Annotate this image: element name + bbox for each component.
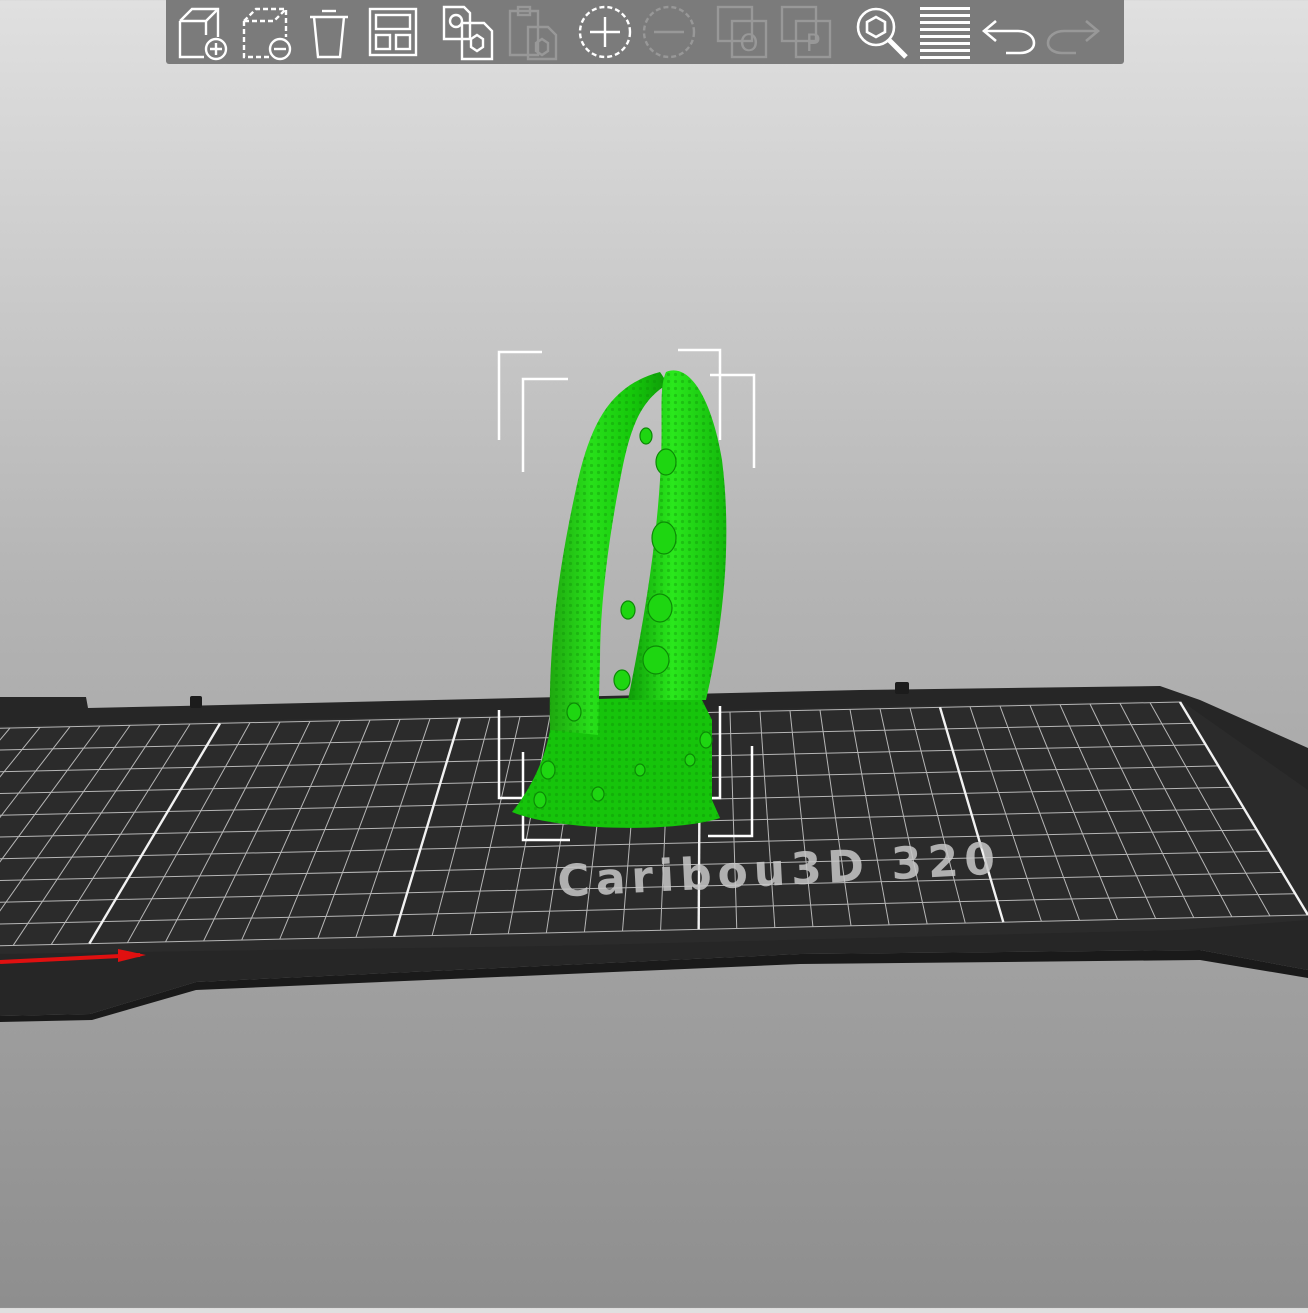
3d-viewport[interactable]: Caribou3D 320 xyxy=(0,0,1308,1308)
layers-button[interactable] xyxy=(914,2,976,62)
tentacle-model[interactable] xyxy=(512,370,727,828)
undo-button[interactable] xyxy=(978,2,1040,62)
redo-icon xyxy=(1046,20,1101,55)
remove-instance-button[interactable] xyxy=(638,2,700,62)
undo-icon xyxy=(981,20,1036,55)
split-objects-icon: O xyxy=(716,5,768,59)
add-instance-button[interactable] xyxy=(574,2,636,62)
arrange-icon xyxy=(368,7,418,57)
toolbar: O P xyxy=(166,0,1124,64)
redo-button[interactable] xyxy=(1042,2,1104,62)
paste-icon xyxy=(508,5,558,61)
trash-icon xyxy=(310,9,348,59)
add-object-icon xyxy=(178,7,228,61)
split-parts-icon: P xyxy=(780,5,832,59)
delete-object-icon xyxy=(242,7,292,61)
copy-button[interactable] xyxy=(436,2,498,62)
scene-canvas: Caribou3D 320 xyxy=(0,348,1308,1022)
split-objects-button[interactable]: O xyxy=(712,2,774,62)
remove-instance-icon xyxy=(642,5,696,59)
search-button[interactable] xyxy=(850,2,912,62)
add-object-button[interactable] xyxy=(170,2,232,62)
search-icon xyxy=(856,7,908,59)
svg-text:O: O xyxy=(740,29,759,57)
arrange-button[interactable] xyxy=(362,2,424,62)
layers-icon xyxy=(920,7,970,59)
delete-all-button[interactable] xyxy=(298,2,360,62)
delete-object-button[interactable] xyxy=(234,2,296,62)
copy-icon xyxy=(442,5,494,61)
svg-text:P: P xyxy=(806,29,820,57)
paste-button[interactable] xyxy=(500,2,562,62)
add-instance-icon xyxy=(578,5,632,59)
split-parts-button[interactable]: P xyxy=(776,2,838,62)
